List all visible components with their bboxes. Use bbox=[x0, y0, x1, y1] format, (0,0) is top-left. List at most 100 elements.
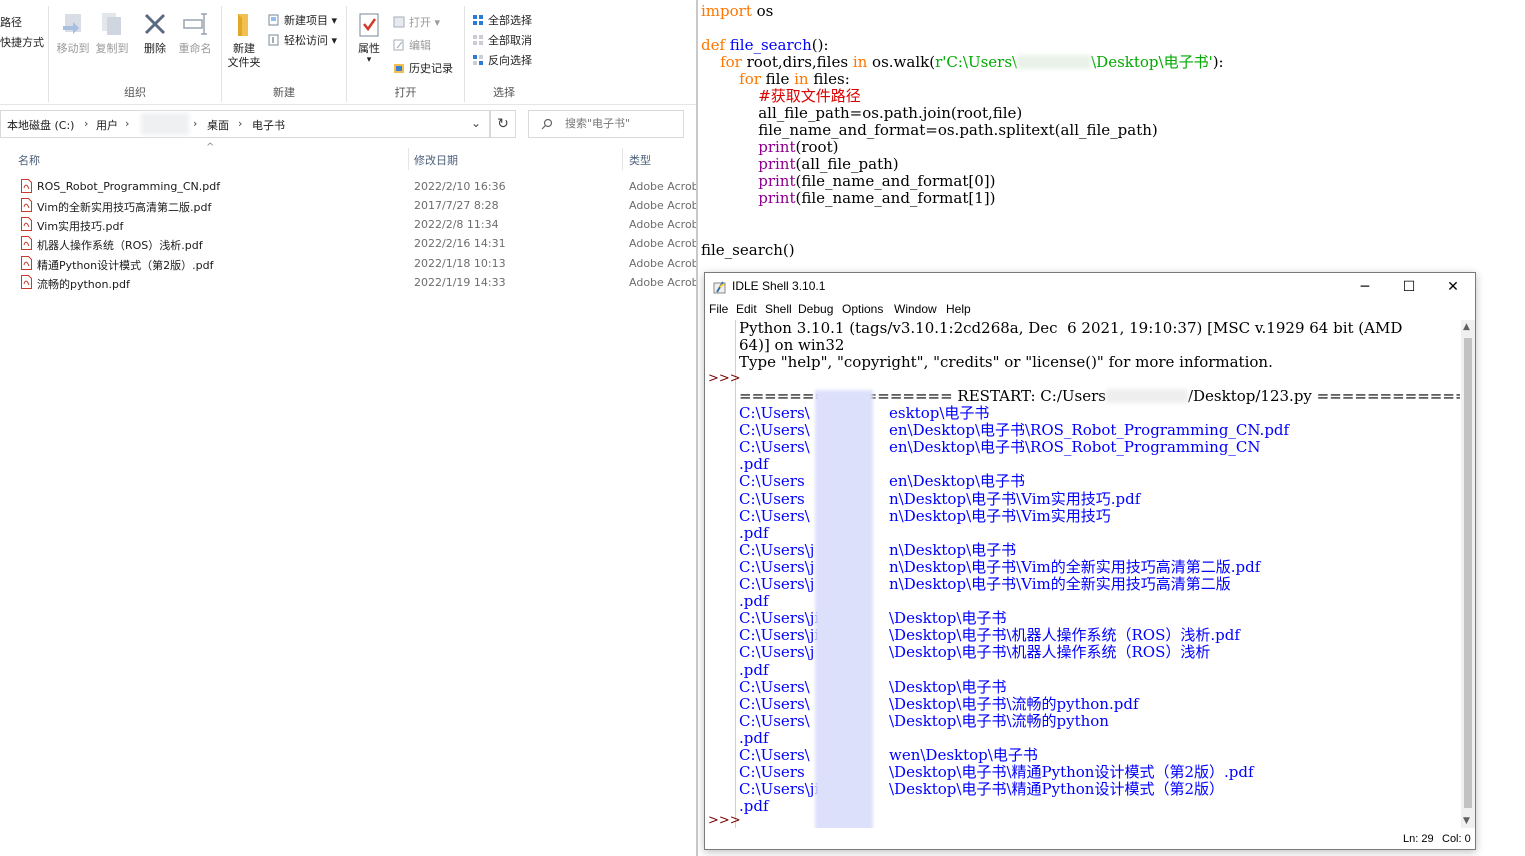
breadcrumb-separator-icon: › bbox=[125, 117, 130, 130]
scroll-up-arrow-icon[interactable]: ▲ bbox=[1463, 322, 1470, 332]
file-row[interactable]: ROS_Robot_Programming_CN.pdf 2022/2/10 1… bbox=[0, 177, 696, 196]
column-number: Col: 0 bbox=[1442, 833, 1471, 845]
easy-access-button[interactable]: 轻松访问 ▾ bbox=[268, 32, 337, 50]
pdf-file-icon bbox=[21, 236, 32, 250]
shell-output-line: C:\Users\ wen\Desktop\电子书 bbox=[739, 746, 1038, 764]
group-label-organize: 组织 bbox=[124, 86, 146, 99]
shell-output-line: C:\Users\j n\Desktop\电子书 bbox=[739, 540, 1017, 559]
shell-prompt: >>> bbox=[708, 813, 741, 828]
ribbon-group-open: 属性 ▾ 打开 ▾ 编辑 历史记录 打开 bbox=[347, 6, 465, 102]
column-name[interactable]: 名称 bbox=[18, 152, 40, 168]
minimize-button[interactable]: ─ bbox=[1343, 273, 1387, 301]
shell-prompt: >>> bbox=[708, 371, 741, 386]
file-row[interactable]: Vim实用技巧.pdf 2022/2/8 11:34 Adobe Acrob bbox=[0, 215, 696, 234]
column-divider[interactable] bbox=[622, 148, 623, 170]
file-modified: 2017/7/27 8:28 bbox=[414, 199, 499, 212]
address-dropdown-chevron-icon[interactable]: ⌄ bbox=[471, 116, 481, 130]
redacted-username bbox=[141, 113, 189, 135]
file-name: 机器人操作系统（ROS）浅析.pdf bbox=[37, 239, 203, 252]
file-name: ROS_Robot_Programming_CN.pdf bbox=[37, 180, 221, 193]
folder-icon bbox=[238, 14, 248, 36]
menu-bar: File Edit Shell Debug Options Window Hel… bbox=[705, 301, 1475, 319]
line-number: Ln: 29 bbox=[1403, 833, 1434, 845]
title-bar[interactable]: IDLE Shell 3.10.1 ─ ☐ ✕ bbox=[705, 273, 1475, 301]
breadcrumb-desktop[interactable]: 桌面 bbox=[207, 117, 229, 133]
shell-output-line: C:\Users\ \Desktop\电子书\流畅的python.pdf bbox=[739, 694, 1139, 713]
code-comment: #获取文件路径 bbox=[701, 87, 861, 105]
file-row[interactable]: 流畅的python.pdf 2022/1/19 14:33 Adobe Acro… bbox=[0, 273, 696, 292]
copy-to-button[interactable]: 复制到 bbox=[92, 10, 132, 56]
edit-icon bbox=[393, 39, 404, 51]
menu-options[interactable]: Options bbox=[842, 302, 883, 316]
shell-output-line: C:\Users\ n\Desktop\电子书\Vim实用技巧 bbox=[739, 506, 1111, 525]
menu-file[interactable]: File bbox=[709, 302, 728, 316]
shell-output-line: C:\Users en\Desktop\电子书 bbox=[739, 472, 1025, 491]
maximize-button[interactable]: ☐ bbox=[1387, 273, 1431, 301]
status-bar: Ln: 29 Col: 0 bbox=[705, 829, 1475, 849]
file-type: Adobe Acrob bbox=[629, 276, 696, 289]
copy-path-button[interactable]: 路径 bbox=[0, 14, 22, 32]
copy-to-icon bbox=[102, 13, 121, 35]
scroll-down-arrow-icon[interactable]: ▼ bbox=[1463, 816, 1470, 826]
shell-output-line: C:\Users\ esktop\电子书 bbox=[739, 404, 990, 422]
file-type: Adobe Acrob bbox=[629, 257, 696, 270]
shell-output-area[interactable]: >>> >>> Python 3.10.1 (tags/v3.10.1:2cd2… bbox=[705, 320, 1460, 828]
menu-window[interactable]: Window bbox=[894, 302, 937, 316]
shell-output-line: C:\Users\ \Desktop\电子书\流畅的python bbox=[739, 711, 1109, 730]
python-feather-icon bbox=[713, 281, 726, 294]
code-line: for root,dirs,files in os.walk(r'C:\User… bbox=[701, 53, 1224, 71]
redacted-username-overlay bbox=[815, 390, 873, 828]
shell-output-line: C:\Users n\Desktop\电子书\Vim实用技巧.pdf bbox=[739, 489, 1141, 508]
properties-button[interactable]: 属性 ▾ bbox=[349, 10, 389, 65]
breadcrumb-separator-icon: › bbox=[84, 117, 89, 130]
breadcrumb-drive[interactable]: 本地磁盘 (C:) bbox=[7, 117, 74, 133]
file-row[interactable]: Vim的全新实用技巧高清第二版.pdf 2017/7/27 8:28 Adobe… bbox=[0, 196, 696, 215]
breadcrumb-users[interactable]: 用户 bbox=[96, 117, 118, 133]
column-type[interactable]: 类型 bbox=[629, 152, 651, 168]
menu-debug[interactable]: Debug bbox=[798, 302, 833, 316]
column-modified[interactable]: 修改日期 bbox=[414, 152, 458, 168]
menu-help[interactable]: Help bbox=[946, 302, 971, 316]
code-line: print(file_name_and_format[1]) bbox=[701, 189, 996, 207]
scrollbar-thumb[interactable] bbox=[1464, 338, 1472, 808]
new-folder-button[interactable]: 新建 文件夹 bbox=[224, 10, 264, 70]
rename-button[interactable]: 重命名 bbox=[175, 10, 215, 56]
select-none-button[interactable]: 全部取消 bbox=[472, 32, 532, 50]
history-button[interactable]: 历史记录 bbox=[393, 60, 453, 78]
shell-output-line: .pdf bbox=[739, 455, 769, 474]
select-all-button[interactable]: 全部选择 bbox=[472, 12, 532, 30]
edit-button[interactable]: 编辑 bbox=[393, 37, 431, 55]
menu-shell[interactable]: Shell bbox=[765, 302, 792, 316]
column-divider[interactable] bbox=[408, 148, 409, 170]
open-button[interactable]: 打开 ▾ bbox=[393, 14, 440, 32]
move-to-button[interactable]: 移动到 bbox=[53, 10, 93, 56]
group-label-new: 新建 bbox=[273, 86, 295, 99]
close-button[interactable]: ✕ bbox=[1431, 273, 1475, 301]
file-row[interactable]: 精通Python设计模式（第2版）.pdf 2022/1/18 10:13 Ad… bbox=[0, 254, 696, 273]
ribbon-group-select: 全部选择 全部取消 反向选择 选择 bbox=[465, 6, 543, 102]
select-none-icon bbox=[473, 35, 483, 45]
paste-shortcut-button[interactable]: 快捷方式 bbox=[0, 34, 44, 52]
code-line: print(root) bbox=[701, 138, 839, 156]
file-row[interactable]: 机器人操作系统（ROS）浅析.pdf 2022/2/16 14:31 Adobe… bbox=[0, 234, 696, 253]
shell-output-line: .pdf bbox=[739, 797, 769, 816]
shell-output-line: C:\Users \Desktop\电子书\精通Python设计模式（第2版）.p… bbox=[739, 763, 1254, 782]
vertical-scrollbar[interactable]: ▲ ▼ bbox=[1461, 320, 1475, 828]
pdf-file-icon bbox=[21, 179, 32, 193]
delete-button[interactable]: 删除 bbox=[135, 10, 175, 56]
file-list-header: 名称 ^ 修改日期 类型 bbox=[0, 142, 696, 170]
code-line: file_name_and_format=os.path.splitext(al… bbox=[701, 121, 1158, 139]
new-item-button[interactable]: 新建项目 ▾ bbox=[268, 12, 337, 30]
banner-line: Python 3.10.1 (tags/v3.10.1:2cd268a, Dec… bbox=[739, 320, 1403, 337]
refresh-button[interactable]: ↻ bbox=[490, 110, 516, 138]
file-modified: 2022/2/10 16:36 bbox=[414, 180, 506, 193]
search-input[interactable]: 搜索"电子书" bbox=[528, 110, 684, 138]
invert-selection-button[interactable]: 反向选择 bbox=[472, 52, 532, 70]
shell-output-line: C:\Users\ji \Desktop\电子书\机器人操作系统（ROS）浅析.p… bbox=[739, 626, 1240, 645]
menu-edit[interactable]: Edit bbox=[736, 302, 757, 316]
address-bar[interactable]: 本地磁盘 (C:) › 用户 › › 桌面 › 电子书 ⌄ bbox=[0, 110, 490, 138]
file-modified: 2022/2/8 11:34 bbox=[414, 218, 499, 231]
file-name: 精通Python设计模式（第2版）.pdf bbox=[37, 259, 214, 272]
breadcrumb-folder[interactable]: 电子书 bbox=[252, 117, 285, 133]
delete-x-icon bbox=[144, 13, 166, 35]
